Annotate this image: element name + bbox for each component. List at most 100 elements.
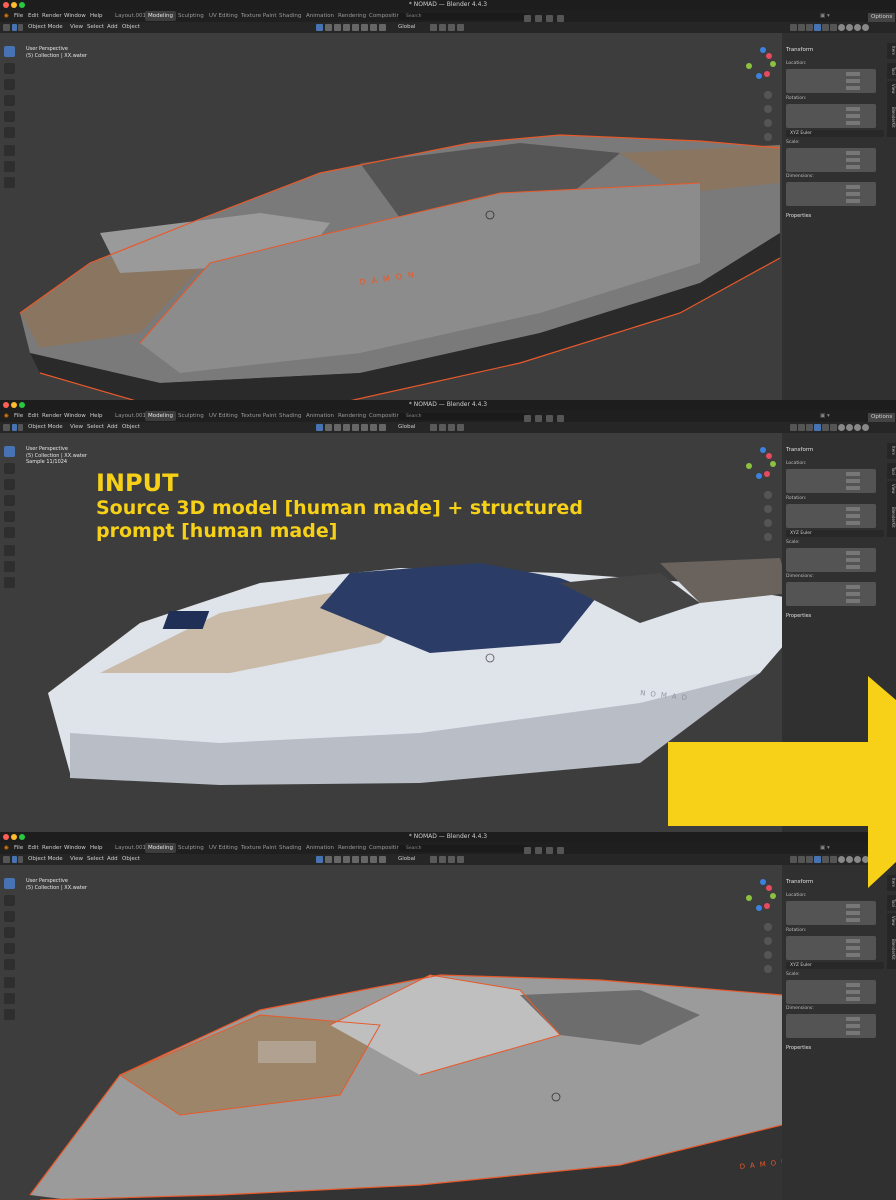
overlay-toggle-icon[interactable]: [352, 24, 359, 31]
overlay-toggle-icon[interactable]: [352, 424, 359, 431]
arrow-icon[interactable]: [546, 415, 553, 422]
overlay-toggle-icon[interactable]: [343, 856, 350, 863]
overlay-toggle-icon[interactable]: [316, 856, 323, 863]
snap-icon[interactable]: [448, 424, 455, 431]
snap-icon[interactable]: [430, 24, 437, 31]
tab-sculpting[interactable]: Sculpting: [175, 843, 207, 853]
shading-icon[interactable]: [862, 856, 869, 863]
dimensions-field[interactable]: [786, 582, 876, 606]
dimensions-field[interactable]: [786, 182, 876, 206]
snap-icon[interactable]: [439, 424, 446, 431]
shading-icon[interactable]: [790, 424, 797, 431]
options-button[interactable]: Options: [868, 413, 896, 422]
editor-type-icon[interactable]: [3, 424, 10, 431]
scene-selector[interactable]: ▣ ▾: [820, 842, 830, 854]
snap-icon[interactable]: [439, 24, 446, 31]
rotation-field[interactable]: [786, 936, 876, 960]
tab-layout-001[interactable]: Layout.001: [112, 11, 149, 21]
menu-view[interactable]: View: [70, 422, 83, 433]
3d-viewport[interactable]: User Perspective (5) Collection | XX.wate…: [0, 33, 782, 400]
rotation-field[interactable]: [786, 504, 876, 528]
snap-icon[interactable]: [430, 856, 437, 863]
select-mode-icon[interactable]: [18, 424, 23, 431]
tab-shading[interactable]: Shading: [276, 843, 304, 853]
shading-icon[interactable]: [862, 24, 869, 31]
editor-type-icon[interactable]: [3, 856, 10, 863]
arrow-icon[interactable]: [546, 15, 553, 22]
options-button[interactable]: Options: [868, 845, 896, 854]
shading-icon[interactable]: [838, 24, 845, 31]
blender-logo-icon[interactable]: ◉: [4, 10, 9, 22]
overlay-toggle-icon[interactable]: [325, 24, 332, 31]
select-mode-icon[interactable]: [12, 424, 17, 431]
overlay-toggle-icon[interactable]: [379, 424, 386, 431]
tab-rendering[interactable]: Rendering: [335, 411, 369, 421]
menu-select[interactable]: Select: [87, 854, 104, 865]
shading-icon[interactable]: [846, 856, 853, 863]
sidebar-tab-blenderkit[interactable]: BlenderKit: [887, 929, 896, 969]
tab-shading[interactable]: Shading: [276, 11, 304, 21]
scale-field[interactable]: [786, 980, 876, 1004]
shading-icon[interactable]: [806, 856, 813, 863]
tab-rendering[interactable]: Rendering: [335, 11, 369, 21]
tab-layout-001[interactable]: Layout.001: [112, 411, 149, 421]
properties-header[interactable]: Properties: [786, 613, 811, 619]
shading-icon[interactable]: [846, 424, 853, 431]
sidebar-tab-tool[interactable]: Tool: [887, 895, 896, 911]
menu-object[interactable]: Object: [122, 854, 140, 865]
blender-logo-icon[interactable]: ◉: [4, 410, 9, 422]
overlay-toggle-icon[interactable]: [379, 856, 386, 863]
rotation-field[interactable]: [786, 104, 876, 128]
shading-icon[interactable]: [798, 856, 805, 863]
menu-file[interactable]: File: [14, 842, 23, 854]
orientation-select[interactable]: Global: [398, 854, 416, 865]
menu-select[interactable]: Select: [87, 22, 104, 33]
select-mode-icon[interactable]: [12, 24, 17, 31]
sidebar-tab-view[interactable]: View: [887, 481, 896, 497]
sidebar-tab-tool[interactable]: Tool: [887, 463, 896, 479]
editor-type-icon[interactable]: [3, 24, 10, 31]
shading-icon[interactable]: [822, 424, 829, 431]
overlay-toggle-icon[interactable]: [361, 24, 368, 31]
overlay-toggle-icon[interactable]: [370, 24, 377, 31]
menu-add[interactable]: Add: [107, 422, 118, 433]
menu-render[interactable]: Render: [42, 410, 62, 422]
overlay-toggle-icon[interactable]: [325, 424, 332, 431]
menu-object[interactable]: Object: [122, 422, 140, 433]
menu-file[interactable]: File: [14, 10, 23, 22]
tab-texture-paint[interactable]: Texture Paint: [238, 411, 280, 421]
select-mode-icon[interactable]: [12, 856, 17, 863]
menu-window[interactable]: Window: [64, 410, 86, 422]
shading-icon[interactable]: [790, 856, 797, 863]
properties-header[interactable]: Properties: [786, 1045, 811, 1051]
sidebar-tab-view[interactable]: View: [887, 913, 896, 929]
shield-icon[interactable]: [557, 847, 564, 854]
overlay-toggle-icon[interactable]: [316, 424, 323, 431]
shading-icon[interactable]: [798, 424, 805, 431]
orientation-select[interactable]: Global: [398, 22, 416, 33]
overlay-toggle-icon[interactable]: [334, 424, 341, 431]
3d-viewport[interactable]: User Perspective (5) Collection | XX.wate…: [0, 865, 782, 1200]
overlay-toggle-icon[interactable]: [379, 24, 386, 31]
shading-icon[interactable]: [822, 856, 829, 863]
overlay-toggle-icon[interactable]: [361, 856, 368, 863]
boat-model[interactable]: DAMON: [0, 865, 782, 1200]
properties-sidebar[interactable]: Transform Location: Rotation: XYZ Euler Scal…: [782, 865, 896, 1200]
boat-model[interactable]: DAMON: [0, 33, 782, 400]
shading-icon[interactable]: [806, 24, 813, 31]
tab-texture-paint[interactable]: Texture Paint: [238, 11, 280, 21]
tab-animation[interactable]: Animation: [303, 411, 337, 421]
scale-field[interactable]: [786, 548, 876, 572]
menu-render[interactable]: Render: [42, 10, 62, 22]
filter-icon[interactable]: [524, 15, 531, 22]
menu-view[interactable]: View: [70, 854, 83, 865]
shading-icon[interactable]: [806, 424, 813, 431]
overlay-toggle-icon[interactable]: [325, 856, 332, 863]
menu-edit[interactable]: Edit: [28, 10, 39, 22]
tab-animation[interactable]: Animation: [303, 843, 337, 853]
rotation-mode-select[interactable]: XYZ Euler: [786, 130, 884, 137]
mode-select[interactable]: Object Mode: [28, 22, 63, 33]
snap-icon[interactable]: [457, 424, 464, 431]
shading-icon[interactable]: [830, 24, 837, 31]
filter-icon[interactable]: [524, 415, 531, 422]
